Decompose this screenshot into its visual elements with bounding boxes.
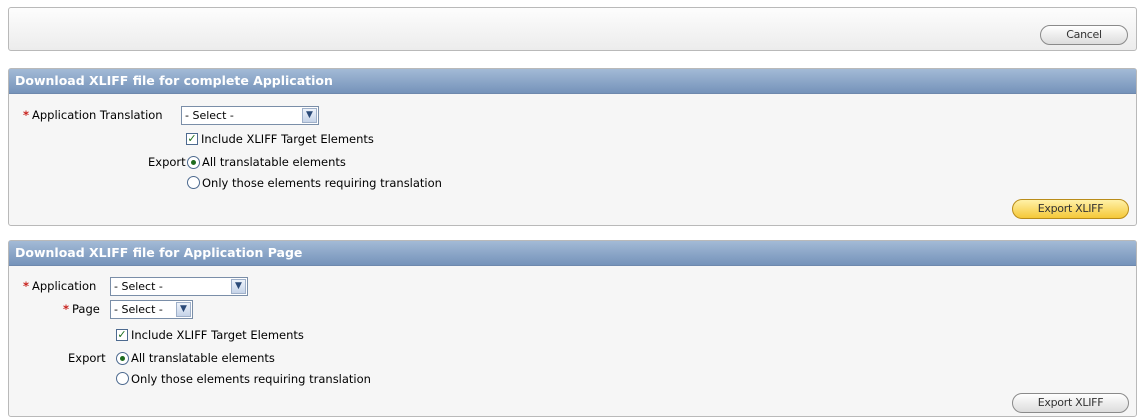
include-target-label: Include XLIFF Target Elements bbox=[201, 132, 374, 146]
export-xliff-button[interactable]: Export XLIFF bbox=[1012, 393, 1129, 413]
radio-selected-dot bbox=[120, 356, 125, 361]
include-target-checkbox[interactable]: ✓ bbox=[116, 329, 128, 341]
chevron-down-icon: ▼ bbox=[231, 279, 246, 294]
export-requiring-label: Only those elements requiring translatio… bbox=[202, 176, 442, 190]
export-all-label: All translatable elements bbox=[202, 155, 346, 169]
export-label: Export bbox=[68, 351, 106, 365]
export-requiring-radio[interactable] bbox=[116, 372, 129, 385]
export-xliff-button[interactable]: Export XLIFF bbox=[1012, 199, 1129, 219]
export-requiring-label: Only those elements requiring translatio… bbox=[131, 372, 371, 386]
region-title: Download XLIFF file for complete Applica… bbox=[9, 69, 1136, 94]
chevron-down-icon: ▼ bbox=[176, 302, 191, 317]
region-complete-application: Download XLIFF file for complete Applica… bbox=[8, 68, 1137, 226]
export-all-radio[interactable] bbox=[187, 156, 200, 169]
export-requiring-radio[interactable] bbox=[187, 176, 200, 189]
application-translation-value: - Select - bbox=[185, 109, 234, 122]
required-icon: * bbox=[23, 279, 30, 293]
required-icon: * bbox=[63, 302, 70, 316]
application-translation-label: * Application Translation bbox=[23, 108, 163, 122]
application-select[interactable]: - Select - ▼ bbox=[110, 277, 248, 296]
include-target-checkbox[interactable]: ✓ bbox=[186, 133, 198, 145]
region-application-page: Download XLIFF file for Application Page… bbox=[8, 240, 1137, 417]
cancel-button[interactable]: Cancel bbox=[1040, 25, 1128, 45]
page-select[interactable]: - Select - ▼ bbox=[110, 300, 193, 319]
export-all-label: All translatable elements bbox=[131, 351, 275, 365]
page-label: * Page bbox=[63, 302, 100, 316]
application-label: * Application bbox=[23, 279, 97, 293]
button-bar: Cancel bbox=[8, 7, 1137, 51]
required-icon: * bbox=[23, 108, 30, 122]
include-target-label: Include XLIFF Target Elements bbox=[131, 328, 304, 342]
radio-selected-dot bbox=[191, 160, 196, 165]
page-value: - Select - bbox=[114, 303, 163, 316]
application-value: - Select - bbox=[114, 280, 163, 293]
export-label: Export bbox=[148, 155, 186, 169]
region-title: Download XLIFF file for Application Page bbox=[9, 241, 1136, 266]
application-translation-select[interactable]: - Select - ▼ bbox=[181, 106, 319, 125]
chevron-down-icon: ▼ bbox=[302, 108, 317, 123]
export-all-radio[interactable] bbox=[116, 352, 129, 365]
